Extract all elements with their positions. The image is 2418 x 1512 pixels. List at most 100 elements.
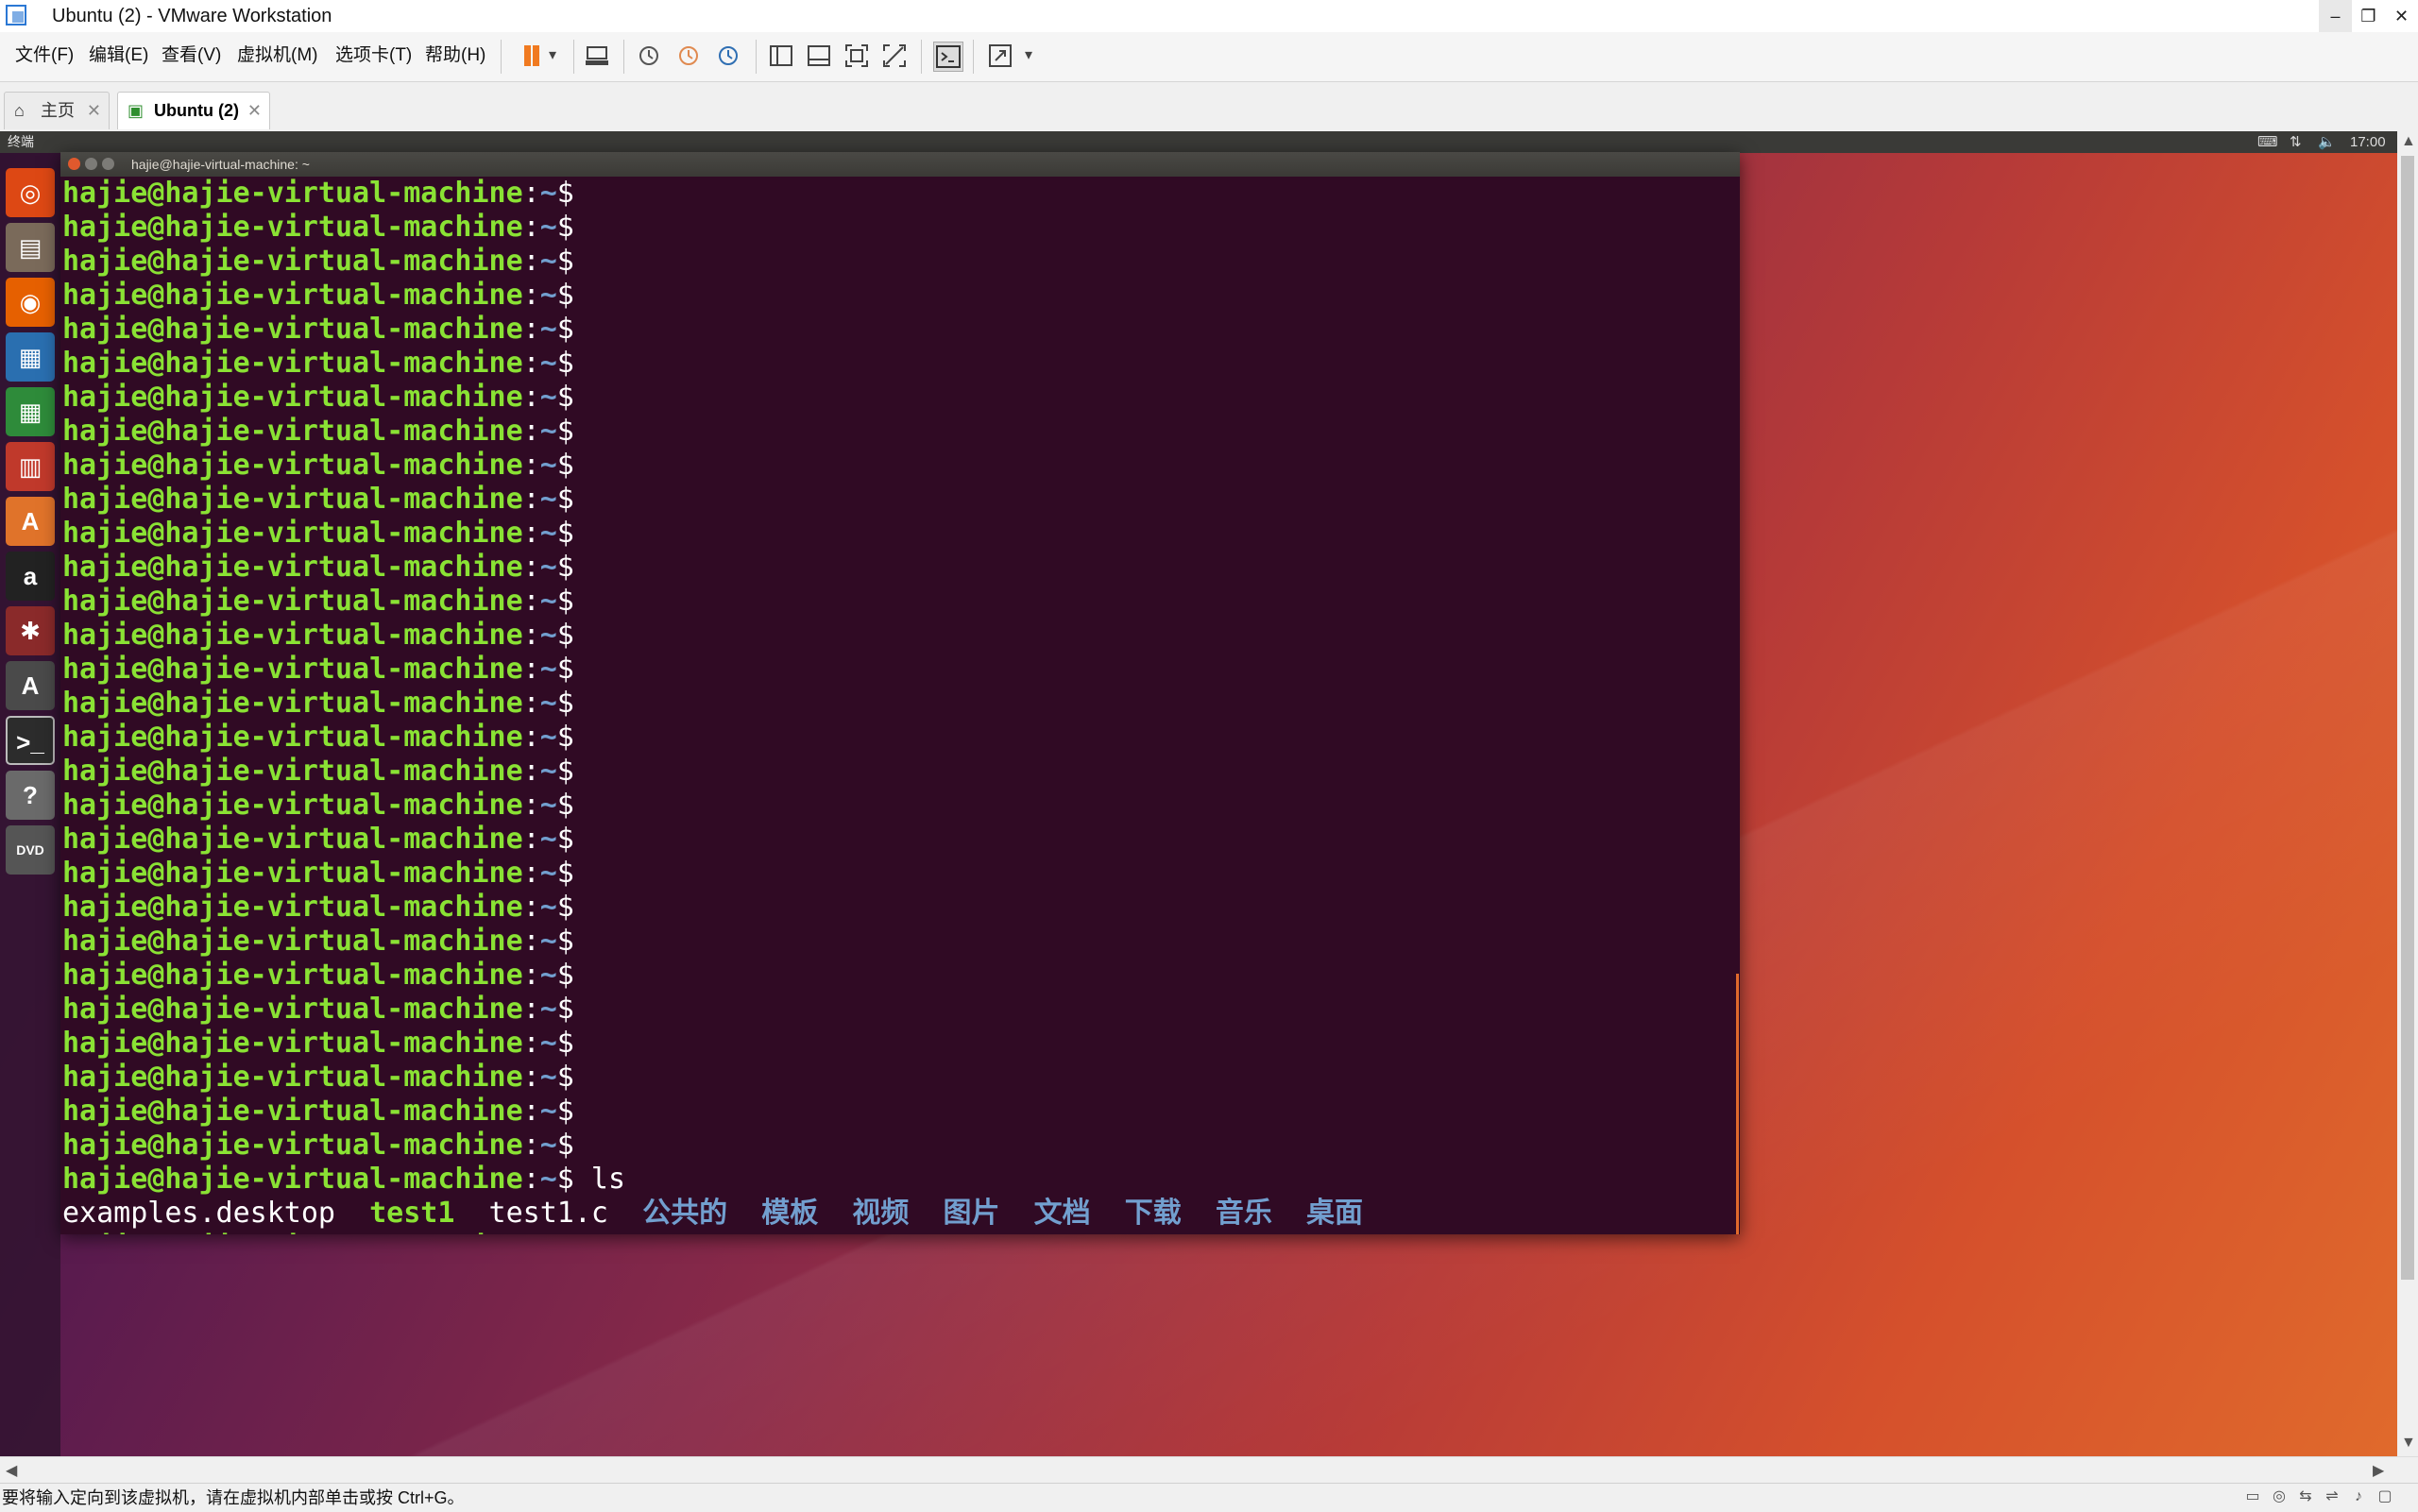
- prompt-directory: ~: [539, 755, 557, 788]
- sidebar-icon[interactable]: [767, 42, 795, 70]
- sound-icon[interactable]: ♪: [2348, 1487, 2369, 1507]
- terminal-window[interactable]: hajie@hajie-virtual-machine: ~ hajie@haj…: [60, 152, 1740, 1234]
- vertical-scroll-thumb[interactable]: [2401, 156, 2414, 1280]
- network-icon[interactable]: ⇅: [2290, 131, 2302, 153]
- terminal-prompt-line: hajie@hajie-virtual-machine:~$: [62, 449, 1734, 483]
- cd-icon[interactable]: ◎: [2269, 1487, 2290, 1507]
- revert-snapshot-icon[interactable]: [674, 42, 703, 70]
- scroll-left-icon[interactable]: ◀: [6, 1461, 17, 1480]
- terminal-minimize-button[interactable]: [85, 158, 97, 170]
- restore-button[interactable]: ❐: [2352, 0, 2385, 32]
- software-updater-icon[interactable]: A: [6, 661, 55, 710]
- snapshot-manager-icon[interactable]: [714, 42, 742, 70]
- terminal-prompt-line: hajie@hajie-virtual-machine:~$: [62, 1061, 1734, 1095]
- prompt-user: hajie@hajie-virtual-machine: [62, 585, 523, 618]
- menu-view[interactable]: 查看(V): [162, 43, 221, 68]
- prompt-symbol: $: [556, 245, 574, 278]
- minimize-button[interactable]: –: [2319, 0, 2352, 32]
- prompt-user: hajie@hajie-virtual-machine: [62, 1095, 523, 1128]
- prompt-directory: ~: [539, 687, 557, 720]
- tab-close-icon[interactable]: ✕: [87, 93, 101, 128]
- terminal-output[interactable]: hajie@hajie-virtual-machine:~$ hajie@haji…: [62, 177, 1734, 1234]
- terminal-prompt-line: hajie@hajie-virtual-machine:~$: [62, 653, 1734, 687]
- display-icon[interactable]: ▢: [2375, 1487, 2395, 1507]
- prompt-symbol: $: [556, 449, 574, 482]
- prompt-user: hajie@hajie-virtual-machine: [62, 415, 523, 448]
- dropdown-icon[interactable]: ▾: [538, 42, 567, 70]
- amazon-icon[interactable]: a: [6, 552, 55, 601]
- help-icon[interactable]: ?: [6, 771, 55, 820]
- vm-display[interactable]: 终端 ⌨ ⇅ 🔈 17:00 ◎ ▤ ◉ ▦ ▦ ▥ Aa ✱ A >_? DVD hajie@ha…: [0, 131, 2397, 1456]
- menu-file[interactable]: 文件(F): [15, 43, 74, 68]
- clock[interactable]: 17:00: [2350, 131, 2386, 153]
- terminal-maximize-button[interactable]: [102, 158, 114, 170]
- tab-ubuntu[interactable]: ▣ Ubuntu (2) ✕: [117, 92, 270, 129]
- vmware-app-icon: [6, 5, 26, 25]
- snapshot-icon[interactable]: [635, 42, 663, 70]
- terminal-icon[interactable]: >_: [6, 716, 55, 765]
- prompt-directory: ~: [539, 959, 557, 992]
- prompt-directory: ~: [539, 177, 557, 210]
- prompt-user: hajie@hajie-virtual-machine: [62, 279, 523, 312]
- prompt-separator: :: [522, 823, 540, 856]
- terminal-prompt-line: hajie@hajie-virtual-machine:~$: [62, 1231, 1734, 1234]
- horizontal-scrollbar[interactable]: ◀ ▶: [0, 1456, 2418, 1484]
- terminal-close-button[interactable]: [68, 158, 80, 170]
- thumbnail-icon[interactable]: [805, 42, 833, 70]
- prompt-directory: ~: [539, 1061, 557, 1094]
- close-button[interactable]: ✕: [2385, 0, 2418, 32]
- menu-vm[interactable]: 虚拟机(M): [237, 43, 317, 68]
- volume-icon[interactable]: 🔈: [2318, 131, 2336, 153]
- keyboard-icon[interactable]: ⌨: [2257, 131, 2278, 153]
- home-icon: ⌂: [14, 101, 25, 120]
- ubuntu-dash-icon[interactable]: ◎: [6, 168, 55, 217]
- prompt-user: hajie@hajie-virtual-machine: [62, 959, 523, 992]
- terminal-prompt-line: hajie@hajie-virtual-machine:~$: [62, 891, 1734, 925]
- terminal-prompt-line: hajie@hajie-virtual-machine:~$: [62, 1095, 1734, 1129]
- terminal-prompt-line: hajie@hajie-virtual-machine:~$: [62, 993, 1734, 1027]
- prompt-directory: ~: [539, 891, 557, 924]
- usb-icon[interactable]: ⇌: [2322, 1487, 2342, 1507]
- software-center-icon[interactable]: A: [6, 497, 55, 546]
- scroll-right-icon[interactable]: ▶: [2373, 1461, 2384, 1480]
- stretch-dropdown-icon[interactable]: ▾: [1014, 42, 1043, 70]
- scroll-down-icon[interactable]: ▼: [2401, 1435, 2416, 1452]
- tab-close-icon[interactable]: ✕: [247, 93, 262, 128]
- system-settings-icon[interactable]: ✱: [6, 606, 55, 655]
- prompt-user: hajie@hajie-virtual-machine: [62, 177, 523, 210]
- send-ctrl-alt-del-icon[interactable]: [583, 42, 611, 70]
- tab-home[interactable]: ⌂ 主页 ✕: [4, 92, 110, 129]
- firefox-icon[interactable]: ◉: [6, 278, 55, 327]
- files-icon[interactable]: ▤: [6, 223, 55, 272]
- hard-disk-icon[interactable]: ▭: [2242, 1487, 2263, 1507]
- dvd-icon[interactable]: DVD: [6, 825, 55, 875]
- console-icon[interactable]: [933, 42, 963, 72]
- terminal-prompt-line: hajie@hajie-virtual-machine:~$: [62, 789, 1734, 823]
- stretch-icon[interactable]: [986, 42, 1014, 70]
- prompt-user: hajie@hajie-virtual-machine: [62, 483, 523, 516]
- terminal-resize-edge[interactable]: [1736, 974, 1739, 1234]
- unity-icon[interactable]: [880, 42, 909, 70]
- prompt-separator: :: [522, 1061, 540, 1094]
- window-title: Ubuntu (2) - VMware Workstation: [52, 6, 332, 26]
- toolbar-separator: [501, 40, 502, 74]
- fullscreen-icon[interactable]: [843, 42, 871, 70]
- scroll-up-icon[interactable]: ▲: [2401, 133, 2416, 150]
- tab-bar: ⌂ 主页 ✕ ▣ Ubuntu (2) ✕: [0, 82, 2418, 132]
- prompt-separator: :: [522, 517, 540, 550]
- menu-tabs[interactable]: 选项卡(T): [335, 43, 412, 68]
- terminal-titlebar: hajie@hajie-virtual-machine: ~: [60, 152, 1740, 177]
- impress-icon[interactable]: ▥: [6, 442, 55, 491]
- prompt-separator: :: [522, 415, 540, 448]
- prompt-user: hajie@hajie-virtual-machine: [62, 1129, 523, 1162]
- vertical-scrollbar[interactable]: ▲ ▼: [2397, 131, 2418, 1456]
- calc-icon[interactable]: ▦: [6, 387, 55, 436]
- menu-help[interactable]: 帮助(H): [425, 43, 485, 68]
- menu-edit[interactable]: 编辑(E): [89, 43, 148, 68]
- network-adapter-icon[interactable]: ⇆: [2295, 1487, 2316, 1507]
- terminal-prompt-line: hajie@hajie-virtual-machine:~$: [62, 211, 1734, 245]
- prompt-directory: ~: [539, 585, 557, 618]
- prompt-separator: :: [522, 279, 540, 312]
- writer-icon[interactable]: ▦: [6, 332, 55, 382]
- prompt-separator: :: [522, 959, 540, 992]
